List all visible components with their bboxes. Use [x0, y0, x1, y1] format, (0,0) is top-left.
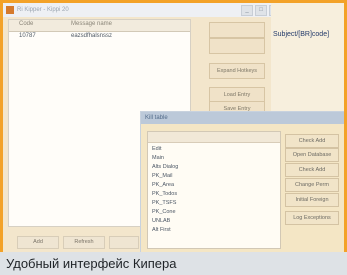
action-button-2[interactable] [209, 38, 265, 54]
dialog-button-initial-foreign[interactable]: Initial Foreign [285, 193, 339, 207]
kill-table-dialog: Kill table Edit Main Alts Dialog PK_Mail… [140, 111, 344, 252]
dialog-list-item[interactable]: PK_Todos [152, 191, 177, 198]
dialog-list-item[interactable]: UNLAB [152, 218, 170, 225]
dialog-list-item[interactable]: Alt First [152, 227, 171, 234]
column-code[interactable]: Code [19, 21, 33, 27]
dialog-list-item[interactable]: Edit [152, 146, 161, 153]
entries-list-header: Code Message name [9, 20, 190, 32]
dialog-button-change-perm[interactable]: Change Perm [285, 178, 339, 192]
dialog-list[interactable]: Edit Main Alts Dialog PK_Mail PK_Area PK… [147, 131, 281, 249]
dialog-list-header [148, 132, 280, 143]
entry-code[interactable]: 10787 [19, 33, 36, 39]
add-button[interactable]: Add [17, 236, 59, 249]
minimize-button[interactable]: _ [241, 5, 253, 16]
caption-text: Удобный интерфейс Кипера [6, 256, 177, 271]
column-message-name[interactable]: Message name [71, 21, 112, 27]
dialog-button-check-add[interactable]: Check Add [285, 134, 339, 148]
dialog-title: Kill table [141, 112, 344, 124]
dialog-list-item[interactable]: PK_Cone [152, 209, 176, 216]
maximize-button[interactable]: □ [255, 5, 267, 16]
background-window-titlebar: Ri Kipper - Kippi 20 _ □ × [3, 3, 285, 17]
background-window-title: Ri Kipper - Kippi 20 [17, 7, 69, 13]
app-icon [6, 6, 14, 14]
entry-name[interactable]: eazsdfhalsnssz [71, 33, 112, 39]
dialog-button-open-database[interactable]: Open Database [285, 148, 339, 162]
dialog-list-item[interactable]: Main [152, 155, 164, 162]
dialog-list-item[interactable]: PK_TSFS [152, 200, 176, 207]
dialog-list-item[interactable]: Alts Dialog [152, 164, 178, 171]
right-panel-text: Subject/[BR]code] [273, 31, 330, 38]
extra-button[interactable] [109, 236, 139, 249]
action-button-1[interactable] [209, 22, 265, 38]
expand-hotkeys-button[interactable]: Expand Hotkeys [209, 63, 265, 79]
screenshot-frame: Ri Kipper - Kippi 20 _ □ × Subject/[BR]c… [0, 0, 347, 255]
dialog-list-item[interactable]: PK_Area [152, 182, 174, 189]
dialog-button-log-exceptions[interactable]: Log Exceptions [285, 211, 339, 225]
dialog-button-check-add-2[interactable]: Check Add [285, 163, 339, 177]
dialog-list-item[interactable]: PK_Mail [152, 173, 172, 180]
refresh-button[interactable]: Refresh [63, 236, 105, 249]
